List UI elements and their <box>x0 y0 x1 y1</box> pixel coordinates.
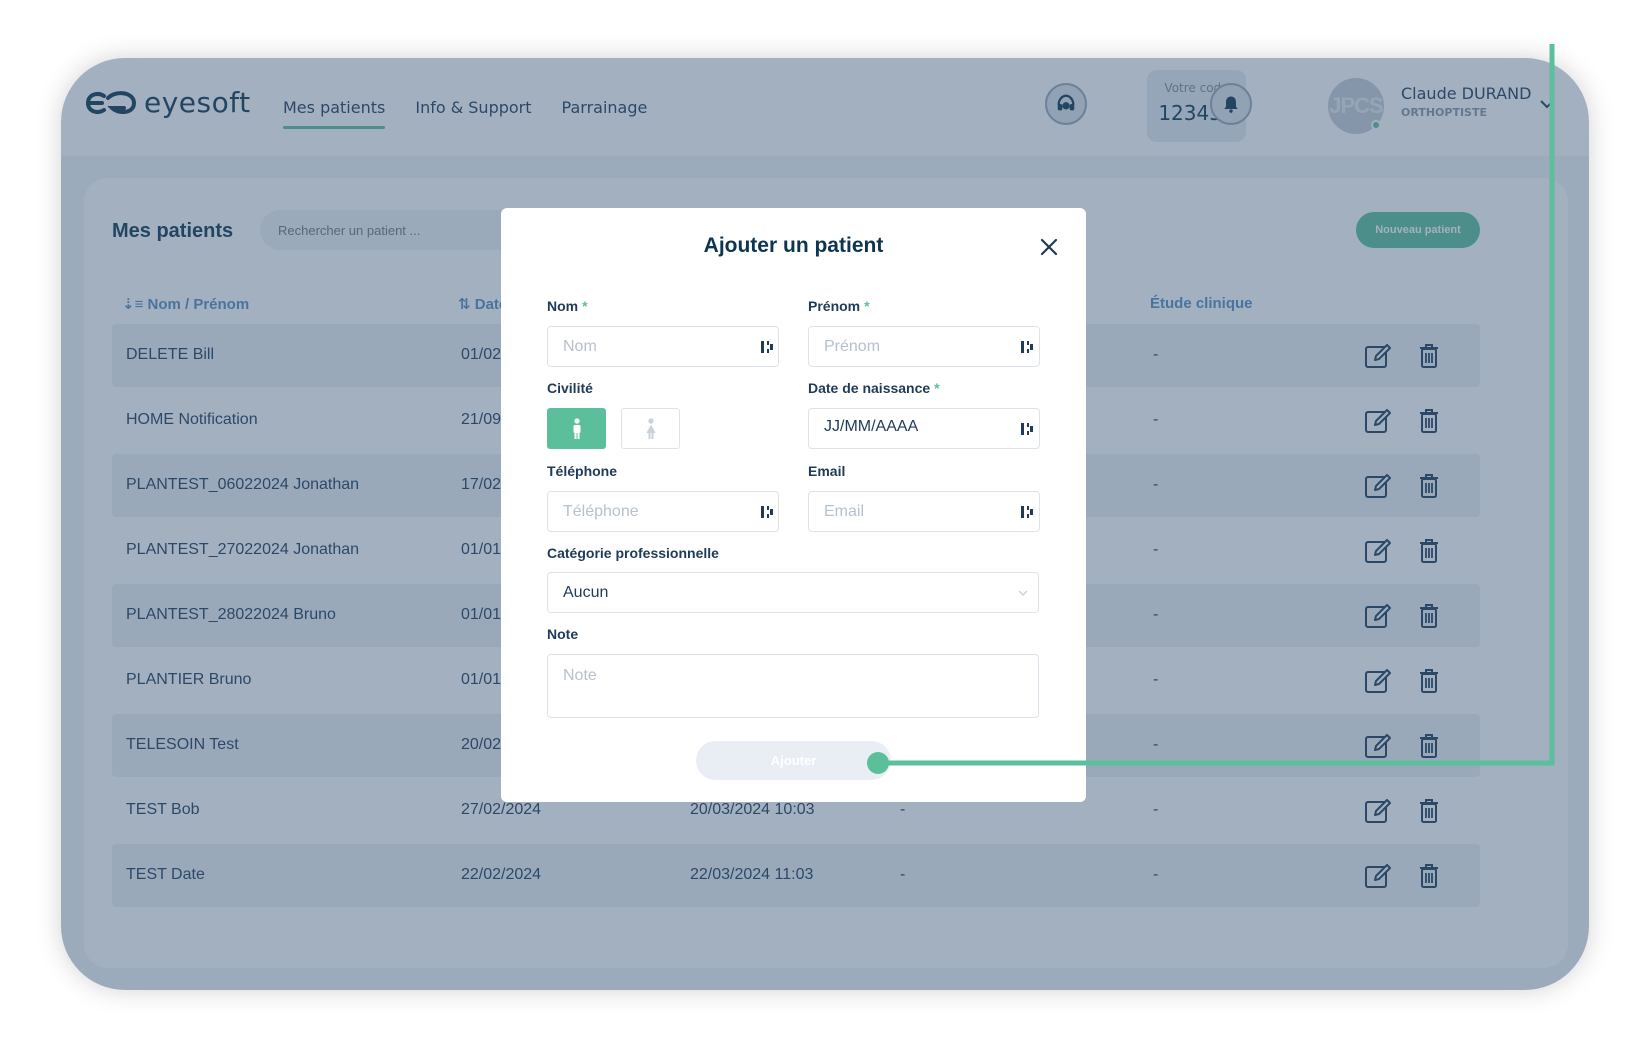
callout-pointer <box>867 44 1555 774</box>
stage: eyesoft Mes patients Info & Support Parr… <box>0 0 1632 1037</box>
callout-dot <box>867 752 889 774</box>
